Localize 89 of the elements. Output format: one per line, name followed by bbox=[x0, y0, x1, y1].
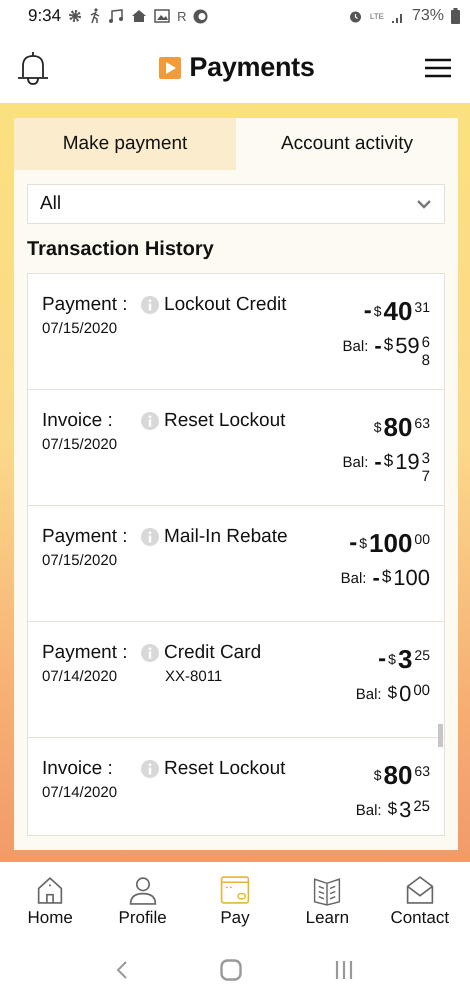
back-icon[interactable] bbox=[116, 960, 128, 980]
bell-icon[interactable] bbox=[16, 50, 50, 84]
minus-sign: - bbox=[372, 566, 380, 590]
currency-symbol: $ bbox=[382, 566, 392, 588]
currency-symbol: $ bbox=[384, 334, 394, 356]
cents-amount: 25 bbox=[413, 798, 430, 816]
cents-amount: 37 bbox=[422, 450, 430, 486]
home-button-icon[interactable] bbox=[220, 959, 242, 981]
info-icon[interactable] bbox=[141, 760, 159, 778]
house-icon bbox=[131, 9, 148, 23]
dollar-amount: 80 bbox=[384, 414, 412, 440]
battery-icon bbox=[451, 8, 460, 24]
scrollbar[interactable] bbox=[438, 724, 443, 747]
cents-amount: 00 bbox=[413, 682, 430, 700]
filter-dropdown[interactable]: All bbox=[27, 184, 445, 224]
balance-label: Bal: bbox=[356, 801, 382, 821]
page-title: Payments bbox=[189, 52, 315, 83]
info-icon[interactable] bbox=[141, 528, 159, 546]
network-type: LTE bbox=[370, 12, 384, 20]
minus-sign: - bbox=[374, 334, 382, 358]
info-icon[interactable] bbox=[141, 296, 159, 314]
dollar-amount: 3 bbox=[399, 798, 412, 822]
menu-icon[interactable] bbox=[424, 58, 452, 78]
cents-amount: 00 bbox=[414, 530, 430, 548]
dollar-amount: 0 bbox=[399, 682, 412, 706]
balance-label: Bal: bbox=[342, 337, 368, 357]
music-note-icon bbox=[108, 9, 124, 23]
currency-symbol: $ bbox=[388, 798, 398, 820]
balance-label: Bal: bbox=[356, 685, 382, 705]
dollar-amount: 80 bbox=[384, 762, 412, 788]
transaction-date: 07/14/2020 bbox=[42, 784, 118, 801]
nav-item[interactable]: Profile bbox=[98, 874, 188, 928]
section-heading: Transaction History bbox=[27, 238, 215, 261]
transaction-date: 07/15/2020 bbox=[42, 320, 118, 337]
currency-symbol: $ bbox=[374, 766, 382, 785]
currency-symbol: $ bbox=[374, 302, 382, 321]
balance-label: Bal: bbox=[340, 569, 366, 589]
transaction-date: 07/14/2020 bbox=[42, 668, 118, 685]
battery-percentage: 73% bbox=[412, 7, 444, 25]
transaction-date: 07/15/2020 bbox=[42, 436, 118, 453]
dollar-amount: 59 bbox=[395, 334, 420, 358]
cents-amount: 25 bbox=[414, 646, 430, 664]
transaction-description: Lockout Credit bbox=[164, 294, 287, 316]
minus-sign: - bbox=[374, 450, 382, 474]
transaction-type: Payment : bbox=[42, 294, 129, 316]
chevron-down-icon bbox=[416, 199, 432, 209]
currency-symbol: $ bbox=[374, 418, 382, 437]
card-icon bbox=[218, 874, 251, 906]
transaction-description: Reset Lockout bbox=[164, 410, 286, 432]
currency-symbol: $ bbox=[384, 450, 394, 472]
transaction-description: Credit Card bbox=[164, 642, 262, 664]
transaction-description: Mail-In Rebate bbox=[164, 526, 288, 548]
dollar-amount: 100 bbox=[393, 566, 430, 590]
dollar-amount: 3 bbox=[398, 646, 412, 672]
play-logo-icon bbox=[159, 56, 182, 78]
info-icon[interactable] bbox=[141, 412, 159, 430]
cents-amount: 68 bbox=[422, 334, 430, 370]
cents-amount: 63 bbox=[414, 762, 430, 780]
transaction-type: Invoice : bbox=[42, 758, 114, 780]
balance-label: Bal: bbox=[342, 453, 368, 473]
minus-sign: - bbox=[364, 298, 372, 324]
transaction-type: Payment : bbox=[42, 642, 129, 664]
dollar-amount: 100 bbox=[369, 530, 412, 556]
card-number: XX-8011 bbox=[164, 668, 224, 685]
transaction-type: Payment : bbox=[42, 526, 129, 548]
dollar-amount: 19 bbox=[395, 450, 420, 474]
minus-sign: - bbox=[378, 646, 386, 672]
roaming-indicator: R bbox=[177, 8, 186, 24]
info-icon[interactable] bbox=[141, 644, 159, 662]
clock-time: 9:34 bbox=[28, 6, 62, 26]
transaction-type: Invoice : bbox=[42, 410, 114, 432]
walking-figure-icon bbox=[89, 8, 102, 24]
image-icon bbox=[154, 9, 170, 23]
transaction-description: Reset Lockout bbox=[164, 758, 286, 780]
currency-symbol: $ bbox=[388, 682, 398, 704]
recent-apps-icon[interactable] bbox=[334, 960, 354, 980]
nav-item[interactable]: Contact bbox=[374, 874, 465, 928]
nav-item[interactable]: Learn bbox=[282, 874, 372, 928]
alarm-clock-icon bbox=[348, 8, 363, 24]
cents-amount: 31 bbox=[414, 298, 430, 316]
transaction-date: 07/15/2020 bbox=[42, 552, 118, 569]
nav-item[interactable]: Home bbox=[5, 874, 96, 928]
currency-symbol: $ bbox=[359, 534, 368, 553]
tab[interactable]: Make payment bbox=[14, 118, 236, 170]
currency-symbol: $ bbox=[388, 650, 396, 669]
dollar-amount: 40 bbox=[384, 298, 412, 324]
cents-amount: 63 bbox=[414, 414, 430, 432]
nav-item[interactable]: Pay bbox=[190, 874, 280, 928]
minus-sign: - bbox=[349, 530, 358, 556]
